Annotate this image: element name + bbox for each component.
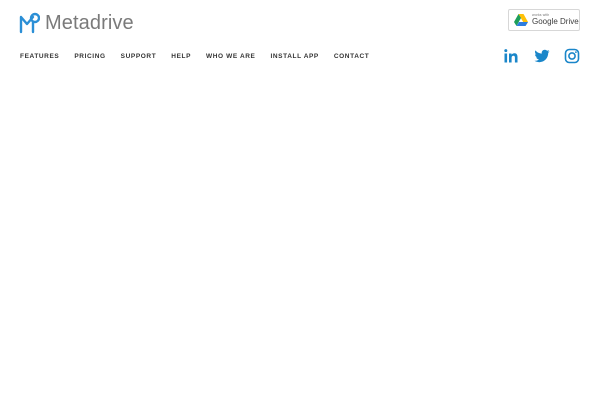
nav-features[interactable]: FEATURES xyxy=(20,53,59,60)
page: Metadrive works with Google Drive FEATUR… xyxy=(0,0,600,400)
nav-pricing[interactable]: PRICING xyxy=(74,53,105,60)
instagram-link[interactable] xyxy=(564,48,580,64)
main-nav: FEATURES PRICING SUPPORT HELP WHO WE ARE… xyxy=(20,50,384,62)
brand-name: Metadrive xyxy=(45,12,134,34)
metadrive-logo-icon xyxy=(19,12,40,34)
badge-google-drive: Google Drive xyxy=(532,17,579,27)
nav-who-we-are[interactable]: WHO WE ARE xyxy=(206,53,255,60)
linkedin-icon xyxy=(504,49,518,63)
google-drive-badge[interactable]: works with Google Drive xyxy=(508,9,580,31)
brand-logo-link[interactable]: Metadrive xyxy=(18,10,134,36)
nav-contact[interactable]: CONTACT xyxy=(334,53,370,60)
header: Metadrive works with Google Drive FEATUR… xyxy=(0,0,600,76)
google-drive-icon xyxy=(514,14,528,26)
nav-support[interactable]: SUPPORT xyxy=(121,53,157,60)
badge-text: works with Google Drive xyxy=(532,13,579,27)
nav-install-app[interactable]: INSTALL APP xyxy=(270,53,318,60)
twitter-icon xyxy=(534,49,550,63)
instagram-icon xyxy=(564,48,580,64)
twitter-link[interactable] xyxy=(534,48,550,64)
nav-help[interactable]: HELP xyxy=(171,53,191,60)
linkedin-link[interactable] xyxy=(503,48,519,64)
